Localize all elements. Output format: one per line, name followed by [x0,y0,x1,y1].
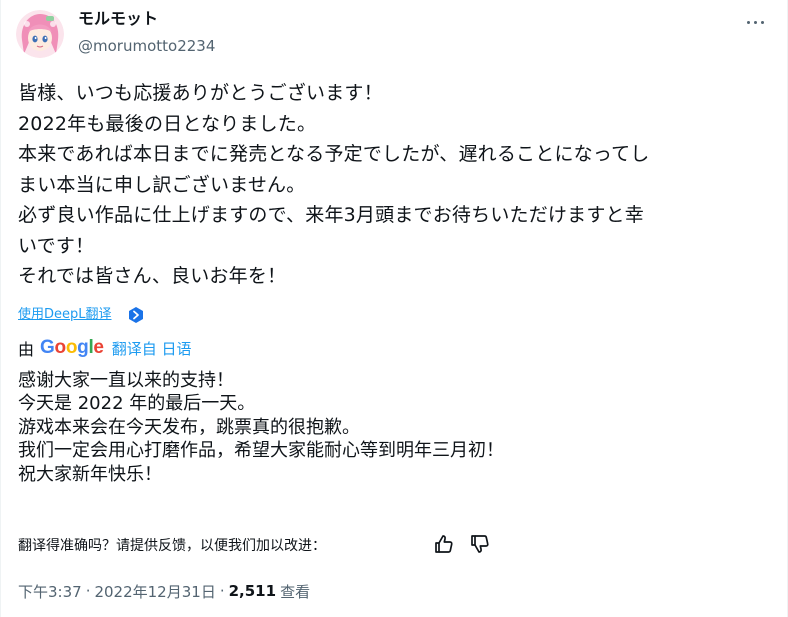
more-horizontal-icon [746,20,750,24]
author-display-name[interactable]: モルモット [78,8,158,30]
google-logo-letter: g [77,337,89,358]
more-options-button[interactable] [738,8,772,36]
deepl-translate-link[interactable]: 使用DeepL翻译 [18,306,112,324]
thumbs-down-button[interactable] [468,532,492,556]
deepl-icon[interactable] [127,306,145,324]
google-logo-letter: o [65,337,78,358]
meta-separator: · [219,582,225,600]
more-horizontal-icon-dot [753,20,757,24]
meta-separator: · [85,582,91,600]
tweet-date[interactable]: 2022年12月31日 [94,581,215,602]
tweet-text: 皆様、いつも応援ありがとうございます！ 2022年も最後の日となりました。 本来… [18,82,650,287]
google-logo: Google [40,337,104,359]
thumbs-up-icon [435,535,453,553]
translation-feedback: 翻译得准确吗？请提供反馈，以便我们加以改进： [18,534,326,556]
author-handle[interactable]: @morumotto2234 [78,36,215,56]
translated-text: 感谢大家一直以来的支持！ 今天是 2022 年的最后一天。 游戏本来会在今天发布… [18,370,504,485]
google-logo-letter: G [40,337,55,358]
google-logo-letter: e [93,337,104,358]
translation-attribution: 由 Google 翻译自 日语 [18,337,191,359]
thumbs-down-icon [471,535,489,553]
google-logo-letter: o [54,337,67,358]
feedback-prompt: 翻译得准确吗？请提供反馈，以便我们加以改进： [18,538,326,554]
tweet-meta: 下午3:37 · 2022年12月31日 · 2,511 查看 [18,580,310,602]
translated-by-prefix: 由 [18,340,35,359]
views-count: 2,511 [228,582,277,600]
thumbs-up-button[interactable] [432,532,456,556]
more-horizontal-icon-dot [760,20,764,24]
translated-from-link[interactable]: 翻译自 日语 [112,338,192,359]
tweet-time[interactable]: 下午3:37 [18,581,82,602]
avatar[interactable] [16,10,64,58]
views-label: 查看 [280,582,311,601]
avatar-image [16,10,64,58]
frame-border-left [0,0,1,617]
